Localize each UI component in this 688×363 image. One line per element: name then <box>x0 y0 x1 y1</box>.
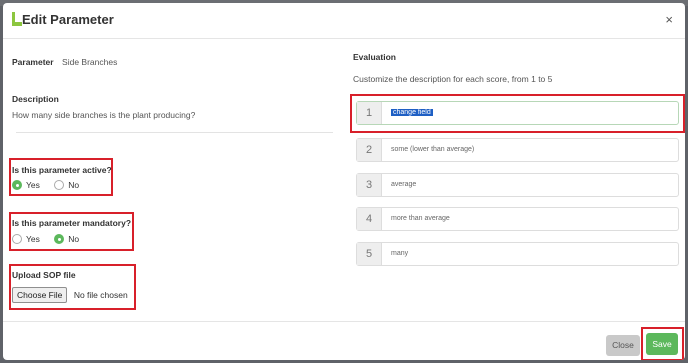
file-status: No file chosen <box>73 290 128 300</box>
score-number: 5 <box>357 243 382 265</box>
mandatory-radio-group: Yes No <box>12 234 91 246</box>
score-text-field[interactable]: change field <box>391 102 433 124</box>
score-row-1[interactable]: 1 change field <box>356 101 679 125</box>
parameter-value: Side Branches <box>62 57 118 67</box>
score-number: 4 <box>357 208 382 230</box>
modal-title: Edit Parameter <box>22 12 114 27</box>
mandatory-no-radio[interactable] <box>54 234 65 244</box>
active-radio-group: Yes No <box>12 180 91 192</box>
modal-header: Edit Parameter × <box>3 3 685 39</box>
score-number: 2 <box>357 139 382 161</box>
file-input[interactable]: Choose File No file chosen <box>12 285 128 303</box>
score-number: 1 <box>357 102 382 124</box>
mandatory-no-option[interactable]: No <box>54 234 79 244</box>
mandatory-no-label: No <box>68 234 80 244</box>
score-row-3[interactable]: 3 average <box>356 173 679 197</box>
modal-footer: Close Save <box>3 321 685 360</box>
score-text-field[interactable]: many <box>391 243 408 265</box>
score-text-field[interactable]: some (lower than average) <box>391 139 474 161</box>
parameter-label: Parameter <box>12 57 54 67</box>
score-text-field[interactable]: more than average <box>391 208 450 230</box>
description-text: How many side branches is the plant prod… <box>12 110 196 120</box>
score-row-2[interactable]: 2 some (lower than average) <box>356 138 679 162</box>
score-row-4[interactable]: 4 more than average <box>356 207 679 231</box>
parameter-line: Parameter Side Branches <box>12 52 117 70</box>
evaluation-title: Evaluation <box>353 52 396 62</box>
upload-label: Upload SOP file <box>12 270 76 280</box>
section-divider <box>16 132 333 133</box>
score-row-5[interactable]: 5 many <box>356 242 679 266</box>
active-no-option[interactable]: No <box>54 180 79 190</box>
mandatory-yes-label: Yes <box>26 234 40 244</box>
edit-parameter-modal: Edit Parameter × Parameter Side Branches… <box>3 3 685 360</box>
score-text-selected: change field <box>391 109 433 116</box>
score-text-field[interactable]: average <box>391 174 416 196</box>
mandatory-yes-radio[interactable] <box>12 234 22 244</box>
close-icon[interactable]: × <box>665 13 673 26</box>
active-yes-label: Yes <box>26 180 40 190</box>
close-button[interactable]: Close <box>606 335 640 356</box>
description-label: Description <box>12 94 59 104</box>
mandatory-question: Is this parameter mandatory? <box>12 218 132 228</box>
score-number: 3 <box>357 174 382 196</box>
mandatory-yes-option[interactable]: Yes <box>12 234 40 244</box>
choose-file-button[interactable]: Choose File <box>12 287 68 303</box>
active-no-label: No <box>68 180 80 190</box>
active-no-radio[interactable] <box>54 180 65 190</box>
evaluation-subtitle: Customize the description for each score… <box>353 74 553 84</box>
active-yes-radio[interactable] <box>12 180 22 190</box>
app-logo-icon <box>12 12 22 26</box>
active-yes-option[interactable]: Yes <box>12 180 40 190</box>
modal-body: Parameter Side Branches Description How … <box>3 40 685 321</box>
active-question: Is this parameter active? <box>12 165 112 175</box>
save-button[interactable]: Save <box>646 333 678 355</box>
